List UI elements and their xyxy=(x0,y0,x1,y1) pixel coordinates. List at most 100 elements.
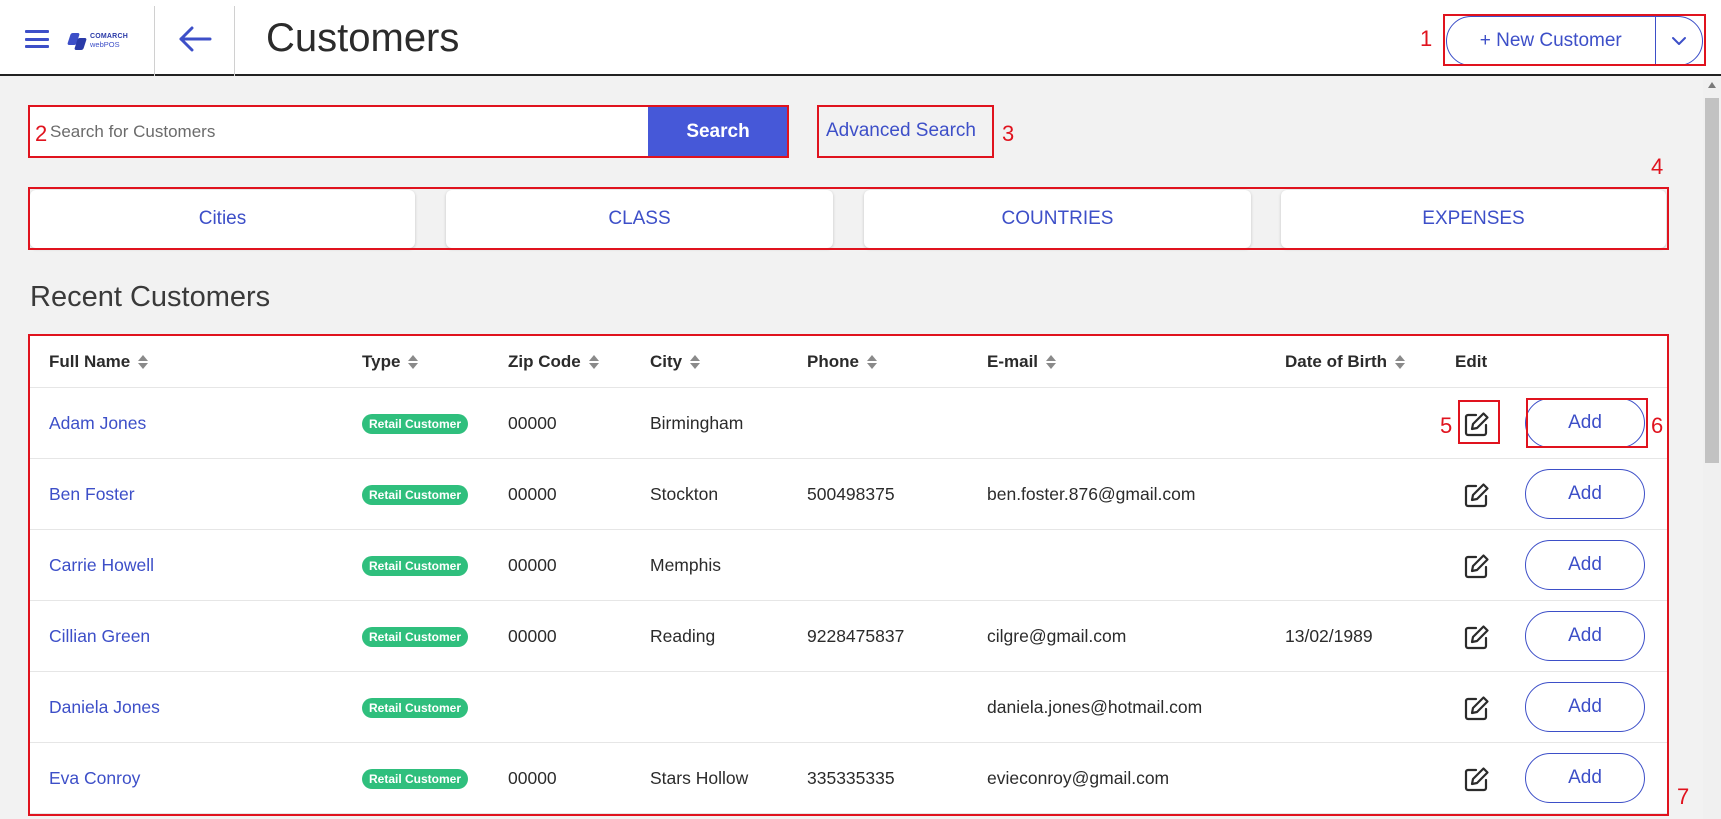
column-header-phone[interactable]: Phone xyxy=(807,336,878,388)
edit-icon[interactable] xyxy=(1463,481,1491,509)
cell-type: Retail Customer xyxy=(362,601,469,672)
search-button[interactable]: Search xyxy=(648,106,788,158)
cell-zip-code-text: 00000 xyxy=(508,413,557,433)
header-divider xyxy=(234,6,235,76)
cell-edit xyxy=(1463,530,1491,601)
table-row: Daniela Jones Retail Customer daniela.jone… xyxy=(30,672,1667,743)
new-customer-button[interactable]: + New Customer xyxy=(1447,17,1655,65)
recent-customers-title: Recent Customers xyxy=(30,281,271,313)
category-cities[interactable]: Cities xyxy=(30,190,415,248)
column-header-zip-code[interactable]: Zip Code xyxy=(508,336,600,388)
cell-city-text: Memphis xyxy=(650,555,721,575)
annotation-number-1: 1 xyxy=(1420,26,1433,51)
page-scrollbar[interactable] xyxy=(1703,78,1721,819)
sort-icon[interactable] xyxy=(588,354,600,370)
cell-email: ben.foster.876@gmail.com xyxy=(987,459,1195,530)
cell-zip-code-text: 00000 xyxy=(508,555,557,575)
add-customer-button[interactable]: Add xyxy=(1525,611,1645,661)
column-label: Type xyxy=(362,352,401,371)
search-bar: Search xyxy=(30,106,788,158)
scroll-up-arrow-icon[interactable] xyxy=(1708,82,1716,88)
column-header-email[interactable]: E-mail xyxy=(987,336,1057,388)
cell-full-name: Daniela Jones xyxy=(49,672,160,743)
scrollbar-thumb[interactable] xyxy=(1705,98,1719,463)
annotation-number-7: 7 xyxy=(1677,784,1690,809)
cell-email-text: ben.foster.876@gmail.com xyxy=(987,484,1196,504)
cell-city: Birmingham xyxy=(650,388,743,459)
cell-date-of-birth-text: 13/02/1989 xyxy=(1285,626,1373,646)
add-customer-button[interactable]: Add xyxy=(1525,540,1645,590)
cell-city-text: Stars Hollow xyxy=(650,768,749,788)
search-input[interactable] xyxy=(30,106,648,158)
sort-icon[interactable] xyxy=(690,354,701,370)
table-row: Cillian Green Retail Customer 00000 Reading… xyxy=(30,601,1667,672)
cell-full-name: Ben Foster xyxy=(49,459,135,530)
add-customer-button[interactable]: Add xyxy=(1525,682,1645,732)
column-header-date-of-birth[interactable]: Date of Birth xyxy=(1285,336,1406,388)
customer-name-link[interactable]: Eva Conroy xyxy=(49,768,140,789)
sort-icon[interactable] xyxy=(408,354,419,370)
category-countries[interactable]: COUNTRIES xyxy=(864,190,1251,248)
edit-icon[interactable] xyxy=(1463,410,1491,438)
page-title: Customers xyxy=(266,16,460,60)
category-expenses[interactable]: EXPENSES xyxy=(1281,190,1666,248)
table-row: Carrie Howell Retail Customer 00000 Memphis… xyxy=(30,530,1667,601)
cell-full-name: Cillian Green xyxy=(49,601,150,672)
column-label: Full Name xyxy=(49,352,131,371)
add-customer-button[interactable]: Add xyxy=(1525,753,1645,803)
header-divider xyxy=(154,6,155,76)
sort-icon[interactable] xyxy=(866,354,878,370)
cell-edit xyxy=(1463,459,1491,530)
add-customer-button[interactable]: Add xyxy=(1525,469,1645,519)
cell-zip-code-text: 00000 xyxy=(508,484,557,504)
comarch-logo-icon: COMARCH webPOS xyxy=(67,30,128,52)
edit-icon[interactable] xyxy=(1463,694,1491,722)
sort-icon[interactable] xyxy=(138,354,149,370)
sort-icon[interactable] xyxy=(1395,354,1406,370)
cell-city-text: Stockton xyxy=(650,484,719,504)
cell-type: Retail Customer xyxy=(362,459,469,530)
new-customer-dropdown-button[interactable] xyxy=(1656,17,1702,65)
table-row: Ben Foster Retail Customer 00000 Stockton 50… xyxy=(30,459,1667,530)
add-customer-button[interactable]: Add xyxy=(1525,398,1645,448)
column-label: City xyxy=(650,352,683,371)
cell-email: cilgre@gmail.com xyxy=(987,601,1126,672)
cell-zip-code: 00000 xyxy=(508,459,557,530)
cell-zip-code: 00000 xyxy=(508,743,557,814)
column-header-city[interactable]: City xyxy=(650,336,701,388)
cell-email: evieconroy@gmail.com xyxy=(987,743,1169,814)
column-label: E-mail xyxy=(987,352,1039,371)
customer-name-link[interactable]: Cillian Green xyxy=(49,626,150,647)
cell-phone: 335335335 xyxy=(807,743,895,814)
customer-type-badge: Retail Customer xyxy=(362,555,469,576)
cell-phone-text: 500498375 xyxy=(807,484,895,504)
cell-city-text: Reading xyxy=(650,626,716,646)
edit-icon[interactable] xyxy=(1463,623,1491,651)
column-header-type[interactable]: Type xyxy=(362,336,419,388)
cell-type: Retail Customer xyxy=(362,388,469,459)
cell-edit xyxy=(1463,672,1491,743)
cell-city: Stockton xyxy=(650,459,718,530)
chevron-down-icon xyxy=(1672,37,1686,45)
customer-name-link[interactable]: Daniela Jones xyxy=(49,697,160,718)
cell-date-of-birth: 13/02/1989 xyxy=(1285,601,1373,672)
edit-icon[interactable] xyxy=(1463,552,1491,580)
cell-city: Reading xyxy=(650,601,715,672)
edit-icon[interactable] xyxy=(1463,765,1491,793)
cell-zip-code: 00000 xyxy=(508,388,557,459)
cell-full-name: Eva Conroy xyxy=(49,743,140,814)
table-row: Eva Conroy Retail Customer 00000 Stars Holl… xyxy=(30,743,1667,814)
customer-name-link[interactable]: Adam Jones xyxy=(49,413,146,434)
category-class[interactable]: CLASS xyxy=(446,190,833,248)
back-arrow-icon[interactable] xyxy=(178,26,212,52)
cell-email-text: evieconroy@gmail.com xyxy=(987,768,1170,788)
cell-city: Memphis xyxy=(650,530,721,601)
advanced-search-link[interactable]: Advanced Search xyxy=(826,120,976,142)
column-header-full-name[interactable]: Full Name xyxy=(49,336,149,388)
sort-icon[interactable] xyxy=(1046,354,1057,370)
customer-type-badge: Retail Customer xyxy=(362,768,469,789)
annotation-number-2: 2 xyxy=(35,121,48,146)
customer-name-link[interactable]: Carrie Howell xyxy=(49,555,154,576)
customer-name-link[interactable]: Ben Foster xyxy=(49,484,135,505)
menu-icon[interactable] xyxy=(25,30,49,48)
